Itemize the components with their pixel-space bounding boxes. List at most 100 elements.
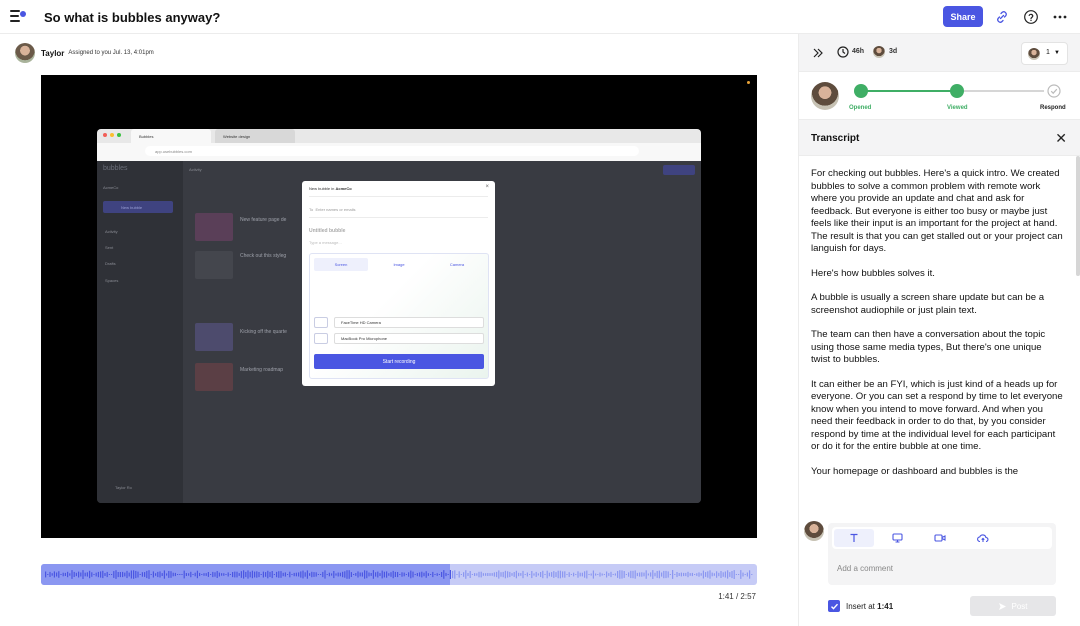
waveform-bar [669, 574, 671, 575]
transcript-scrollbar[interactable] [1076, 156, 1080, 276]
waveform-bar [322, 571, 324, 578]
waveform-bar [62, 572, 64, 577]
help-icon[interactable] [1023, 9, 1039, 25]
menu-icon[interactable] [10, 10, 26, 24]
recorded-screen: Bubbles Website design app.usebubbles.co… [97, 129, 701, 503]
waveform-bar [302, 570, 304, 579]
waveform-bar [225, 574, 227, 575]
waveform-bar [445, 572, 447, 577]
waveform-bar [383, 571, 385, 578]
waveform-bar [249, 571, 251, 578]
new-bubble-modal: New bubble in AcmeCo × To Enter names or… [302, 181, 495, 386]
waveform-bar [300, 571, 302, 578]
time-left: 46h [852, 48, 865, 55]
post-button[interactable]: Post [970, 596, 1056, 616]
waveform-bar [599, 572, 601, 577]
waveform-bar [566, 574, 568, 575]
waveform-bar [577, 571, 579, 578]
more-icon[interactable] [1052, 9, 1068, 25]
waveform-bar [672, 570, 674, 579]
screen-mode-button[interactable] [877, 529, 917, 547]
waveform-bar [513, 572, 515, 577]
waveform-bar [282, 572, 284, 577]
waveform-bar [432, 571, 434, 578]
waveform-bar [199, 572, 201, 577]
avatar[interactable] [15, 43, 35, 63]
microphone-icon [314, 333, 328, 344]
waveform-bar [405, 574, 407, 575]
waveform-bar [705, 572, 707, 577]
waveform-bar [309, 573, 311, 576]
waveform-bar [355, 573, 357, 576]
waveform-bar [155, 573, 157, 576]
close-icon[interactable]: ✕ [1055, 130, 1067, 147]
avatar [1028, 48, 1040, 60]
waveform-bar [324, 570, 326, 579]
waveform-bar [227, 572, 229, 577]
waveform-bar [663, 570, 665, 579]
waveform-bar [357, 571, 359, 578]
waveform-bar [471, 574, 473, 575]
waveform-bar [185, 573, 187, 576]
browser-chrome: Bubbles Website design app.usebubbles.co… [97, 129, 701, 161]
comment-input[interactable]: Add a comment [837, 564, 893, 573]
avatar [873, 46, 885, 58]
waveform-bar [733, 570, 735, 579]
waveform-bar [685, 572, 687, 577]
waveform-bar [337, 572, 339, 577]
waveform-bar [610, 571, 612, 578]
waveform-bar [80, 572, 82, 577]
waveform-bar [174, 572, 176, 577]
close-icon: × [485, 184, 489, 190]
waveform-bar [67, 571, 69, 578]
transcript-paragraph: Your homepage or dashboard and bubbles i… [811, 465, 1019, 477]
screen-icon [891, 533, 903, 543]
waveform-bar [650, 572, 652, 577]
waveform-bar [731, 571, 733, 579]
waveform-bar [691, 572, 693, 577]
waveform-bar [315, 572, 317, 577]
waveform-bar [548, 572, 550, 577]
step-viewed-label: Viewed [947, 105, 968, 111]
waveform-bar [460, 574, 462, 575]
waveform-bar [71, 570, 73, 579]
waveform-bar [683, 572, 685, 577]
avatar [804, 521, 824, 541]
link-icon[interactable] [994, 9, 1010, 25]
share-button[interactable]: Share [943, 6, 983, 27]
waveform-bar [579, 572, 581, 577]
waveform-bar [720, 571, 722, 578]
waveform-bar [425, 571, 427, 578]
waveform-bar [680, 572, 682, 577]
waveform-bar [667, 571, 669, 578]
waveform-bar [511, 573, 513, 576]
waveform-bar [95, 572, 97, 577]
collapse-sidebar-icon[interactable] [812, 47, 824, 59]
assignee-dropdown[interactable]: 1 ▼ [1021, 42, 1068, 65]
waveform-bar [194, 572, 196, 577]
waveform-bar [716, 571, 718, 578]
waveform-bar [346, 570, 348, 579]
camera-mode-button[interactable] [920, 529, 960, 547]
waveform-bar [306, 570, 308, 579]
waveform-bar [251, 570, 253, 579]
waveform-bar [568, 572, 570, 577]
text-mode-button[interactable] [834, 529, 874, 547]
waveform-bar [476, 573, 478, 576]
waveform-bar [372, 570, 374, 579]
top-bar: So what is bubbles anyway? Share [0, 0, 1080, 34]
waveform-bar [562, 571, 564, 578]
waveform-bar [82, 570, 84, 579]
waveform-bar [542, 570, 544, 579]
waveform-bar [379, 573, 381, 576]
audio-waveform-scrubber[interactable] [41, 564, 757, 585]
waveform-bar [658, 570, 660, 579]
waveform-bar [333, 571, 335, 579]
waveform-bar [687, 571, 689, 578]
video-player[interactable]: Bubbles Website design app.usebubbles.co… [41, 75, 757, 538]
waveform-bar [573, 572, 575, 577]
chevron-down-icon: ▼ [1054, 50, 1060, 56]
insert-at-checkbox[interactable] [828, 600, 840, 612]
waveform-bar [601, 573, 603, 576]
attach-mode-button[interactable] [963, 529, 1003, 547]
